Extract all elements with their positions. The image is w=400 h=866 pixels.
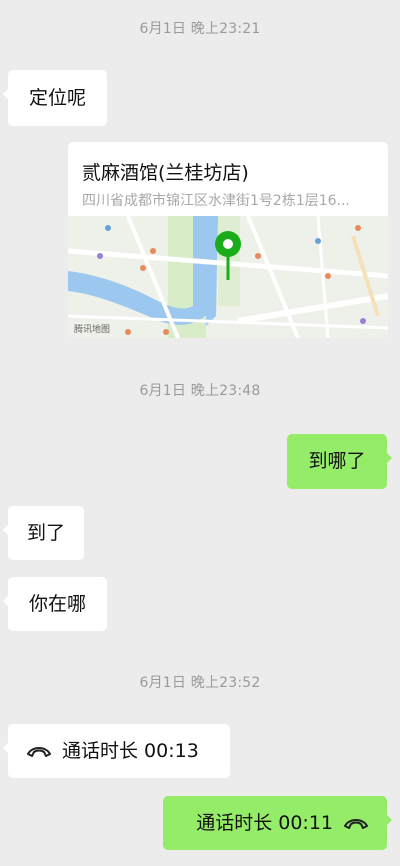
timestamp: 6月1日 晚上23:48 (139, 383, 261, 399)
location-title: 贰麻酒馆(兰桂坊店) (82, 162, 249, 184)
call-duration-text: 通话时长 00:11 (196, 811, 333, 834)
message-text: 定位呢 (28, 86, 86, 109)
message-bubble-received[interactable]: 你在哪 (3, 577, 107, 631)
location-map[interactable]: 腾讯地图 (68, 216, 388, 338)
location-card[interactable]: 贰麻酒馆(兰桂坊店) 四川省成都市锦江区水津街1号2栋1层16... 腾讯地图 (68, 142, 388, 338)
phone-hangup-icon (344, 819, 368, 829)
message-text: 你在哪 (28, 592, 86, 615)
call-duration-text: 通话时长 00:13 (62, 739, 199, 762)
message-bubble-sent[interactable]: 到哪了 (287, 434, 392, 489)
timestamp: 6月1日 晚上23:52 (139, 675, 261, 691)
call-record-received[interactable]: 通话时长 00:13 (3, 724, 230, 778)
message-bubble-received[interactable]: 到了 (3, 506, 84, 560)
message-bubble-received[interactable]: 定位呢 (3, 70, 107, 126)
call-record-sent[interactable]: 通话时长 00:11 (163, 796, 392, 850)
timestamp: 6月1日 晚上23:21 (139, 21, 261, 37)
message-text: 到了 (26, 521, 65, 544)
phone-hangup-icon (27, 747, 51, 757)
map-watermark: 腾讯地图 (74, 323, 110, 335)
location-address: 四川省成都市锦江区水津街1号2栋1层16... (82, 193, 350, 209)
message-text: 到哪了 (308, 450, 366, 472)
